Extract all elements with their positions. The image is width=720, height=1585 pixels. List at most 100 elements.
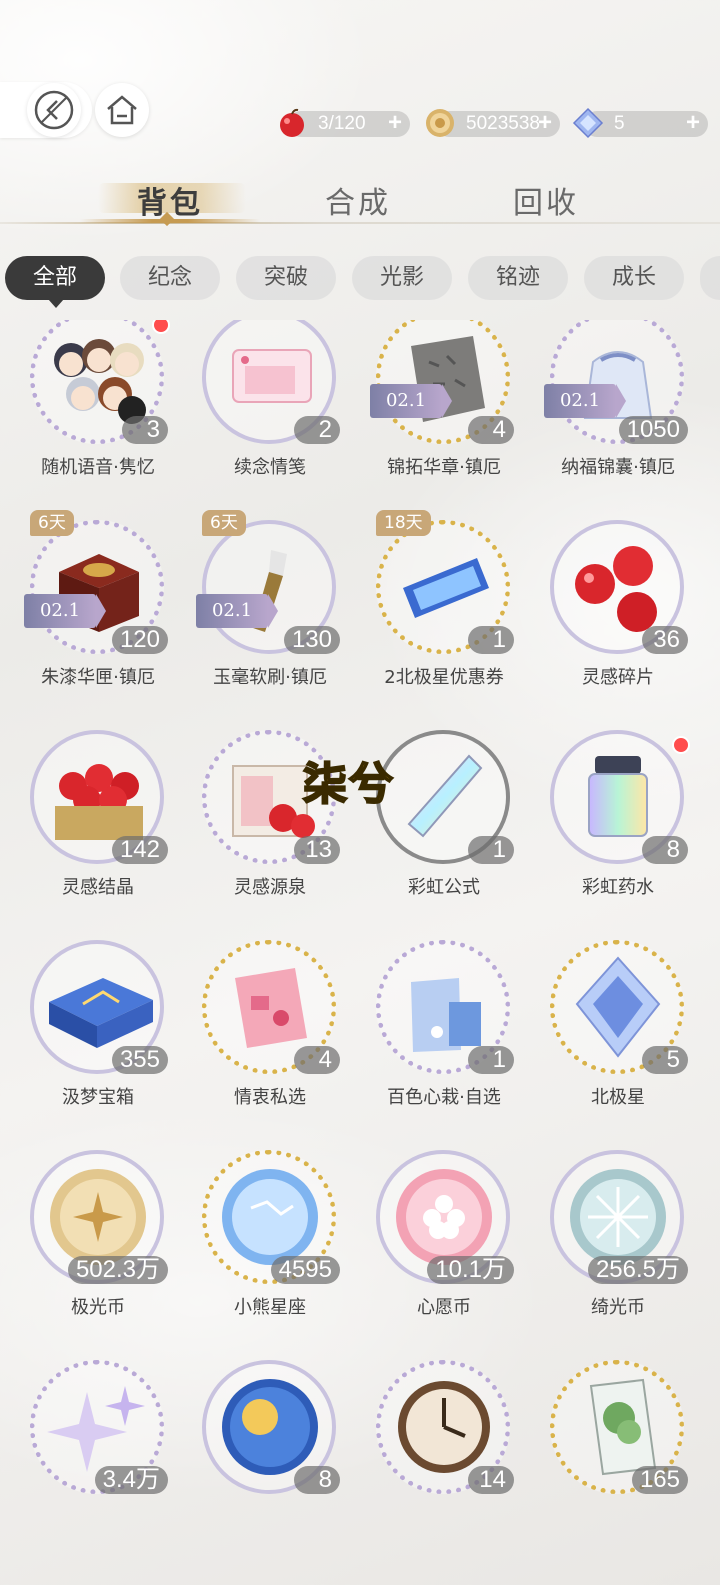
- item-card[interactable]: 355 汲梦宝箱: [18, 940, 168, 1130]
- item-card[interactable]: 256.5万 绮光币: [538, 1150, 688, 1340]
- expiry-badge: 18天: [376, 510, 431, 536]
- ticket-badge: 02.1: [370, 384, 452, 418]
- item-count: 3.4万: [94, 1466, 168, 1494]
- item-count: 4: [468, 416, 514, 444]
- item-count: 1: [468, 1046, 514, 1074]
- item-name: 随机语音·隽忆: [41, 457, 155, 478]
- item-count: 2: [294, 416, 340, 444]
- item-name: 朱漆华匣·镇厄: [41, 667, 155, 688]
- category-light-shadow[interactable]: 光影: [352, 256, 452, 300]
- item-name: 心愿币: [417, 1297, 471, 1318]
- item-card[interactable]: 14: [364, 1360, 514, 1550]
- item-name: 灵感碎片: [582, 667, 654, 688]
- category-more[interactable]: [700, 256, 720, 300]
- item-card[interactable]: 1 百色心栽·自选: [364, 940, 514, 1130]
- apple-add-button[interactable]: +: [388, 110, 402, 136]
- apple-icon: [280, 108, 304, 137]
- item-count: 502.3万: [67, 1256, 168, 1284]
- item-count: 355: [111, 1046, 168, 1074]
- item-count: 13: [294, 836, 340, 864]
- item-card[interactable]: 36 灵感碎片: [538, 520, 688, 710]
- tab-bag[interactable]: 背包: [137, 178, 203, 222]
- home-button[interactable]: [95, 83, 149, 137]
- item-card[interactable]: 142 灵感结晶: [18, 730, 168, 920]
- new-badge: [152, 320, 170, 334]
- item-name: 2北极星优惠券: [384, 667, 504, 688]
- item-count: 1: [468, 626, 514, 654]
- category-all[interactable]: 全部: [5, 256, 105, 300]
- category-breakthrough[interactable]: 突破: [236, 256, 336, 300]
- coin-count: 5023538: [466, 113, 540, 134]
- item-card[interactable]: 4 情衷私选: [190, 940, 340, 1130]
- tab-recycle[interactable]: 回收: [513, 178, 579, 222]
- item-count: 256.5万: [587, 1256, 688, 1284]
- item-name: 玉毫软刷·镇厄: [213, 667, 327, 688]
- category-commemorate[interactable]: 纪念: [120, 256, 220, 300]
- item-name: 情衷私选: [234, 1087, 306, 1108]
- item-card[interactable]: 502.3万 极光币: [18, 1150, 168, 1340]
- ticket-badge: 02.1: [196, 594, 278, 628]
- item-name: 锦拓华章·镇厄: [387, 457, 501, 478]
- item-card[interactable]: 6天 02.1 120 朱漆华匣·镇厄: [18, 510, 168, 710]
- category-active-arrow: [48, 299, 64, 308]
- gem-resource: 5 +: [572, 107, 708, 139]
- item-card[interactable]: 18天 1 2北极星优惠券: [364, 510, 514, 710]
- item-count: 8: [642, 836, 688, 864]
- ticket-badge: 02.1: [24, 594, 106, 628]
- item-card[interactable]: 4595 小熊星座: [190, 1150, 340, 1340]
- diamond-icon: [572, 107, 604, 139]
- item-count: 1050: [618, 416, 688, 444]
- item-count: 10.1万: [427, 1256, 514, 1284]
- item-count: 36: [642, 626, 688, 654]
- item-count: 165: [631, 1466, 688, 1494]
- item-name: 灵感结晶: [62, 877, 134, 898]
- item-name: 纳福锦囊·镇厄: [561, 457, 675, 478]
- apple-count: 3/120: [318, 113, 366, 134]
- item-card[interactable]: 10.1万 心愿币: [364, 1150, 514, 1340]
- category-growth[interactable]: 成长: [584, 256, 684, 300]
- item-card[interactable]: 02.1 4 锦拓华章·镇厄: [364, 320, 514, 500]
- new-badge: [672, 736, 690, 754]
- item-card[interactable]: 02.1 1050 纳福锦囊·镇厄: [538, 320, 688, 500]
- item-count: 120: [111, 626, 168, 654]
- item-name: 小熊星座: [234, 1297, 306, 1318]
- item-card[interactable]: 2 续念情笺: [190, 320, 340, 500]
- item-count: 1: [468, 836, 514, 864]
- gem-count: 5: [614, 113, 625, 134]
- item-count: 142: [111, 836, 168, 864]
- overlay-watermark-text: 柒兮: [302, 758, 395, 811]
- item-card[interactable]: 8: [190, 1360, 340, 1550]
- item-count: 4595: [270, 1256, 340, 1284]
- tab-compose[interactable]: 合成: [325, 178, 391, 222]
- ticket-badge: 02.1: [544, 384, 626, 418]
- item-name: 彩虹药水: [582, 877, 654, 898]
- item-card[interactable]: 6天 02.1 130 玉毫软刷·镇厄: [190, 510, 340, 710]
- item-count: 4: [294, 1046, 340, 1074]
- coin-add-button[interactable]: +: [538, 110, 552, 136]
- item-name: 绮光币: [591, 1297, 645, 1318]
- category-inscription[interactable]: 铭迹: [468, 256, 568, 300]
- expiry-badge: 6天: [30, 510, 74, 536]
- item-count: 14: [468, 1466, 514, 1494]
- gem-add-button[interactable]: +: [686, 110, 700, 136]
- item-card[interactable]: 165: [538, 1360, 688, 1550]
- coin-icon: [426, 109, 454, 137]
- item-name: 汲梦宝箱: [62, 1087, 134, 1108]
- item-name: 彩虹公式: [408, 877, 480, 898]
- back-icon: [34, 90, 74, 130]
- item-name: 灵感源泉: [234, 877, 306, 898]
- item-card[interactable]: 5 北极星: [538, 940, 688, 1130]
- item-name: 极光币: [71, 1297, 125, 1318]
- item-name: 北极星: [591, 1087, 645, 1108]
- back-button[interactable]: [27, 83, 81, 137]
- expiry-badge: 6天: [202, 510, 246, 536]
- item-name: 百色心栽·自选: [387, 1087, 501, 1108]
- item-count: 3: [122, 416, 168, 444]
- item-count: 130: [283, 626, 340, 654]
- item-name: 续念情笺: [234, 457, 306, 478]
- item-card[interactable]: 3.4万: [18, 1360, 168, 1550]
- item-card[interactable]: 8 彩虹药水: [538, 730, 690, 920]
- item-count: 5: [642, 1046, 688, 1074]
- item-card[interactable]: 3 随机语音·隽忆: [18, 320, 170, 500]
- item-count: 8: [294, 1466, 340, 1494]
